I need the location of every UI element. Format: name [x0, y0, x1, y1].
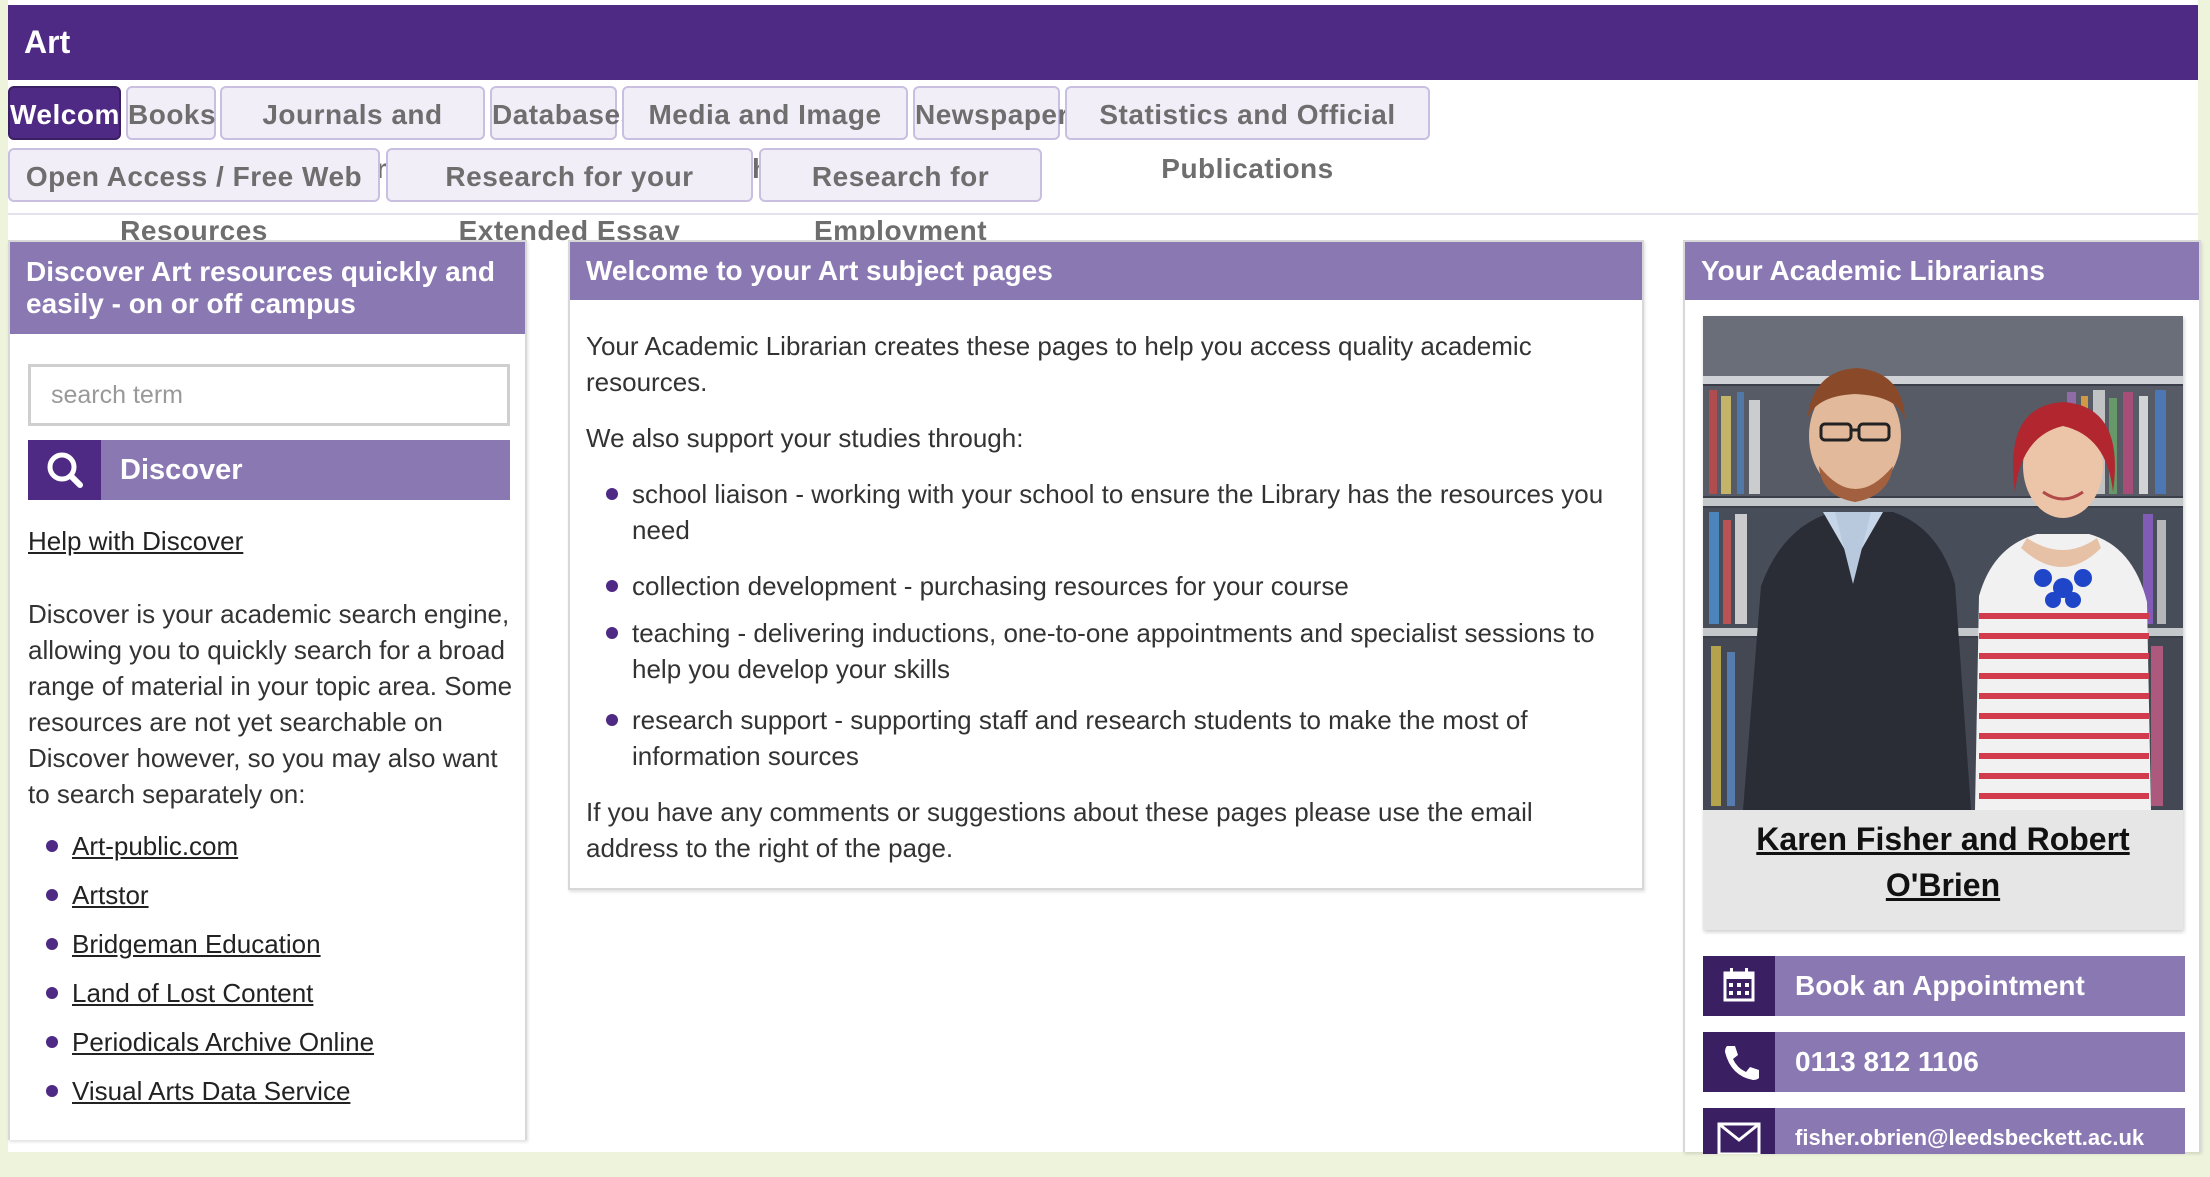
tab-research-for-employment[interactable]: Research for Employment	[759, 148, 1042, 246]
list-item: collection development - purchasing reso…	[606, 568, 1632, 604]
tab-statistics-and-official-publications[interactable]: Statistics and Official Publications	[1065, 86, 1430, 184]
tab-databases[interactable]: Databases	[490, 86, 636, 140]
welcome-closing: If you have any comments or suggestions …	[586, 797, 1533, 863]
email-button[interactable]: fisher.obrien@leedsbeckett.ac.uk	[1703, 1108, 2185, 1156]
tab-media-and-image-archives[interactable]: Media and Image Archives	[622, 86, 908, 184]
list-item: teaching - delivering inductions, one-to…	[606, 615, 1632, 687]
list-item: school liaison - working with your schoo…	[606, 476, 1632, 548]
list-item: Bridgeman Education	[46, 926, 374, 975]
phone-number: 0113 812 1106	[1795, 1046, 1979, 1077]
welcome-heading: Welcome to your Art subject pages	[570, 242, 1642, 300]
resource-link[interactable]: Art-public.com	[72, 831, 238, 861]
resource-links: Art-public.com Artstor Bridgeman Educati…	[46, 828, 374, 1122]
phone-button[interactable]: 0113 812 1106	[1703, 1032, 2185, 1092]
book-appointment-button[interactable]: Book an Appointment	[1703, 956, 2185, 1016]
discover-button-label: Discover	[120, 454, 243, 486]
tab-open-access[interactable]: Open Access / Free Web Resources	[8, 148, 380, 246]
discover-button[interactable]: Discover	[28, 440, 510, 500]
librarians-box: Your Academic Librarians Karen Fisher an…	[1683, 240, 2201, 1156]
book-appointment-label: Book an Appointment	[1795, 970, 2085, 1001]
support-lead: We also support your studies through:	[586, 423, 1024, 453]
page-title: Art	[8, 5, 2198, 80]
resource-link[interactable]: Artstor	[72, 880, 149, 910]
librarian-profile-card: Karen Fisher and Robert O'Brien	[1703, 316, 2183, 930]
librarian-names-link[interactable]: Karen Fisher and Robert O'Brien	[1703, 816, 2183, 908]
phone-icon	[1703, 1032, 1775, 1092]
tab-newspapers[interactable]: Newspapers	[913, 86, 1084, 140]
list-item: Art-public.com	[46, 828, 374, 877]
left-gutter	[0, 0, 8, 1152]
search-icon	[28, 440, 101, 500]
resource-link[interactable]: Visual Arts Data Service	[72, 1076, 350, 1106]
welcome-intro: Your Academic Librarian creates these pa…	[586, 331, 1532, 397]
support-item-text: school liaison - working with your schoo…	[632, 479, 1604, 545]
tabs-divider	[8, 213, 2198, 215]
list-item: Periodicals Archive Online	[46, 1024, 374, 1073]
discover-heading: Discover Art resources quickly and easil…	[10, 242, 525, 334]
resource-link[interactable]: Land of Lost Content	[72, 978, 313, 1008]
welcome-box: Welcome to your Art subject pages Your A…	[568, 240, 1644, 890]
list-item: Visual Arts Data Service	[46, 1073, 374, 1122]
discover-description: Discover is your academic search engine,…	[28, 599, 513, 809]
calendar-icon	[1703, 956, 1775, 1016]
resource-link[interactable]: Periodicals Archive Online	[72, 1027, 374, 1057]
librarians-heading: Your Academic Librarians	[1685, 242, 2199, 300]
tab-welcome[interactable]: Welcome	[8, 86, 135, 140]
resource-link[interactable]: Bridgeman Education	[72, 929, 321, 959]
tab-journals-and-magazines[interactable]: Journals and Magazines	[220, 86, 485, 184]
tab-books[interactable]: Books	[126, 86, 216, 140]
page: Art Welcome Books Journals and Magazines…	[0, 0, 2210, 1156]
tab-extended-essay[interactable]: Research for your Extended Essay	[386, 148, 753, 246]
librarians-photo	[1703, 316, 2183, 810]
list-item: Artstor	[46, 877, 374, 926]
support-item-text: teaching - delivering inductions, one-to…	[632, 618, 1595, 684]
envelope-icon	[1703, 1108, 1775, 1156]
support-item-text: collection development - purchasing reso…	[632, 571, 1349, 601]
discover-box: Discover Art resources quickly and easil…	[8, 240, 527, 1140]
list-item: Land of Lost Content	[46, 975, 374, 1024]
support-item-text: research support - supporting staff and …	[632, 705, 1528, 771]
help-with-discover-link[interactable]: Help with Discover	[28, 526, 243, 557]
list-item: research support - supporting staff and …	[606, 702, 1632, 774]
email-address: fisher.obrien@leedsbeckett.ac.uk	[1795, 1125, 2145, 1150]
search-input[interactable]: search term	[28, 364, 510, 426]
